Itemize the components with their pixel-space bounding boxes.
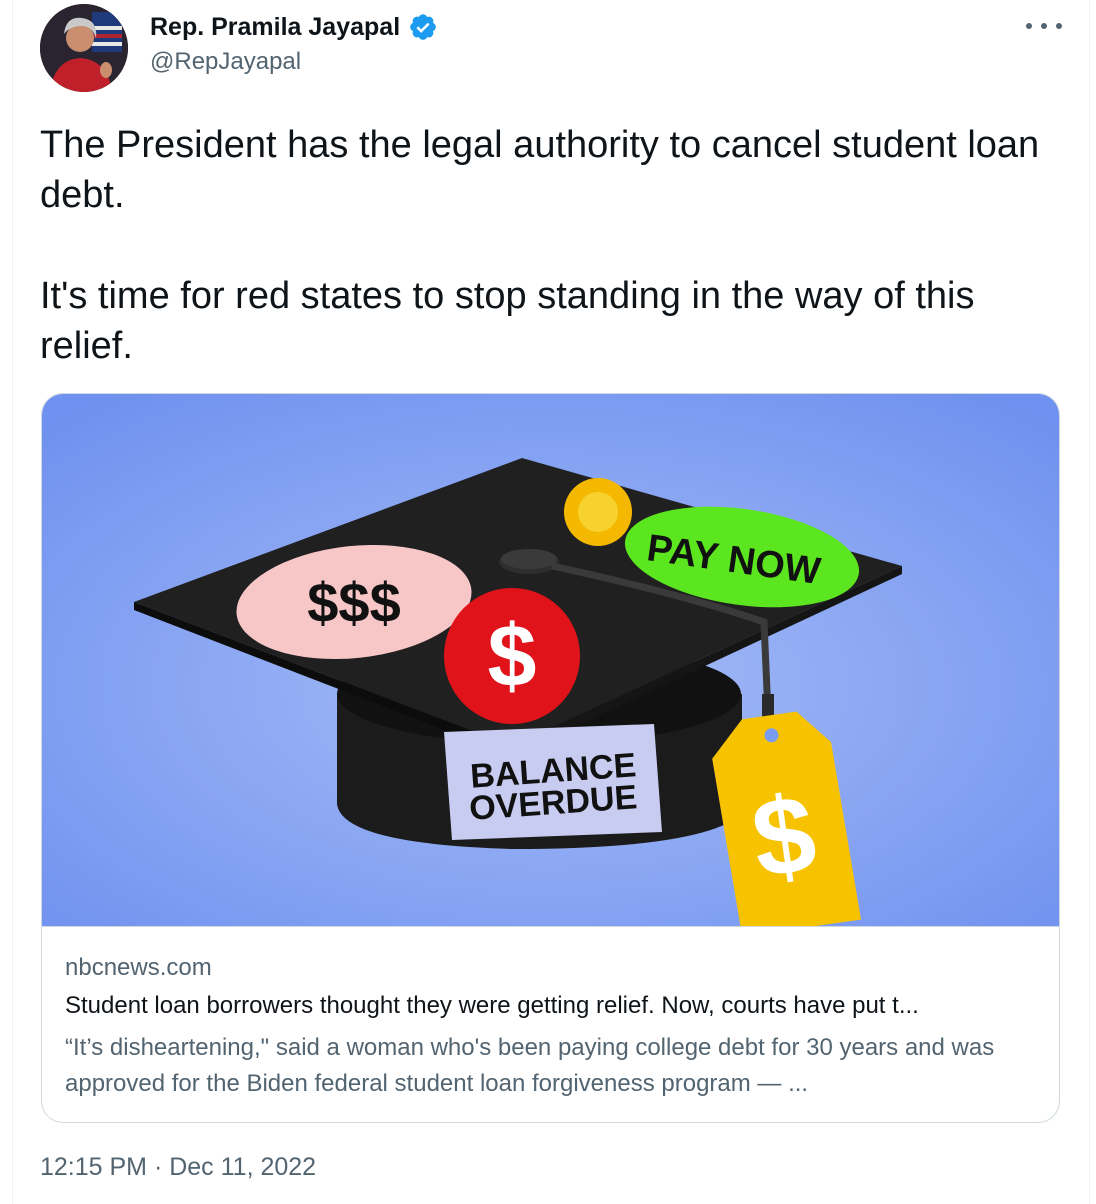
verified-badge-icon — [410, 14, 436, 40]
card-divider — [42, 926, 1059, 927]
sticker-money-text: $$$ — [307, 571, 400, 634]
author-handle[interactable]: @RepJayapal — [150, 48, 301, 76]
tweet-timestamp[interactable]: 12:15 PM · Dec 11, 2022 — [40, 1153, 316, 1182]
more-options-icon[interactable] — [1026, 14, 1062, 38]
card-domain: nbcnews.com — [65, 954, 212, 981]
tweet-text-line: The President has the legal authority to… — [40, 124, 1040, 216]
tweet-text: The President has the legal authority to… — [40, 120, 1070, 371]
author-name-row[interactable]: Rep. Pramila Jayapal — [150, 12, 438, 42]
sticker-dollar-text: $ — [488, 606, 537, 705]
frame-border-left — [12, 0, 13, 1204]
link-preview-card[interactable]: $$$ $ PAY NOW BALANCE OVERDUE $ nbcnews.… — [41, 393, 1060, 1123]
frame-border-right — [1089, 0, 1090, 1204]
author-display-name[interactable]: Rep. Pramila Jayapal — [150, 13, 400, 42]
card-title: Student loan borrowers thought they were… — [65, 992, 919, 1019]
card-image[interactable]: $$$ $ PAY NOW BALANCE OVERDUE $ — [42, 394, 1059, 926]
card-description: “It’s disheartening," said a woman who's… — [65, 1034, 995, 1097]
avatar[interactable] — [40, 4, 128, 92]
tweet-text-line: It's time for red states to stop standin… — [40, 275, 975, 367]
